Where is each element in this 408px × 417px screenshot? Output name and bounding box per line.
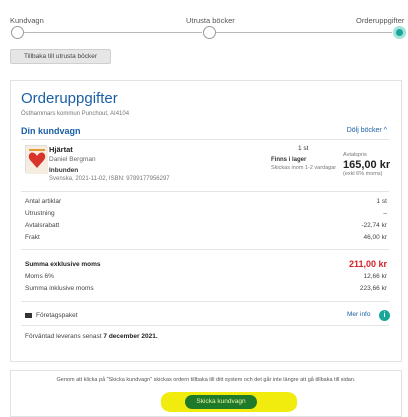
delivery-estimate: Förväntad leverans senast 7 december 202… — [25, 333, 158, 340]
cart-heading: Din kundvagn — [21, 126, 81, 136]
item-quantity: 1 st — [298, 145, 309, 152]
book-author: Daniel Bergman — [49, 156, 96, 163]
submit-notice: Genom att klicka på "Skicka kundvagn" sk… — [56, 377, 356, 383]
more-info-link[interactable]: Mer info — [347, 311, 370, 318]
back-button[interactable]: Tillbaka till utrusta böcker — [10, 49, 111, 64]
shipping-time: Skickas inom 1-2 vardagar — [271, 165, 337, 171]
divider — [21, 249, 389, 250]
item-price: 165,00 kr — [343, 159, 391, 171]
step-dot-equip[interactable] — [203, 26, 216, 39]
step-dot-order — [393, 26, 406, 39]
submit-section: Genom att klicka på "Skicka kundvagn" sk… — [10, 370, 402, 417]
order-card: Orderuppgifter Östhammars kommun Punchou… — [10, 80, 402, 362]
truck-icon — [25, 312, 32, 318]
page-title: Orderuppgifter — [21, 90, 118, 107]
send-cart-button[interactable]: Skicka kundvagn — [185, 395, 257, 409]
divider — [21, 191, 389, 192]
divider — [21, 301, 389, 302]
step-label-cart: Kundvagn — [10, 16, 44, 25]
step-connector — [24, 32, 202, 33]
step-connector — [216, 32, 392, 33]
package-row: Företagspaket — [25, 312, 78, 319]
total-exclusive-row: Summa exklusive moms 211,00 kr — [25, 259, 387, 269]
summary-row-items: Antal artiklar 1 st — [25, 198, 387, 205]
step-label-order: Orderuppgifter — [356, 16, 405, 25]
stock-status: Finns i lager — [271, 157, 307, 163]
total-exclusive-value: 211,00 kr — [348, 259, 387, 269]
summary-row-equipment: Utrustning – — [25, 210, 387, 217]
step-dot-cart[interactable] — [11, 26, 24, 39]
summary-row-discount: Avtalsrabatt -22,74 kr — [25, 222, 387, 229]
vat-row: Moms 6% 12,66 kr — [25, 273, 387, 280]
book-cover-image[interactable] — [25, 145, 48, 174]
hide-books-toggle[interactable]: Dölj böcker ^ — [347, 127, 387, 134]
book-format: Inbunden — [49, 167, 79, 174]
price-note: (exkl 6% moms) — [343, 171, 383, 177]
price-label: Avtalspris — [343, 152, 367, 158]
progress-steps: Kundvagn Utrusta böcker Orderuppgifter — [0, 0, 408, 45]
total-inclusive-row: Summa inklusive moms 223,66 kr — [25, 285, 387, 292]
info-icon[interactable]: i — [379, 310, 390, 321]
book-meta: Svenska, 2021-11-02, ISBN: 9789177956297 — [49, 176, 170, 182]
summary-row-freight: Frakt 46,00 kr — [25, 234, 387, 241]
customer-subtitle: Östhammars kommun Punchout, AI4104 — [21, 111, 130, 117]
step-label-equip: Utrusta böcker — [186, 16, 235, 25]
divider — [21, 325, 389, 326]
divider — [21, 139, 389, 140]
book-title[interactable]: Hjärtat — [49, 145, 73, 154]
